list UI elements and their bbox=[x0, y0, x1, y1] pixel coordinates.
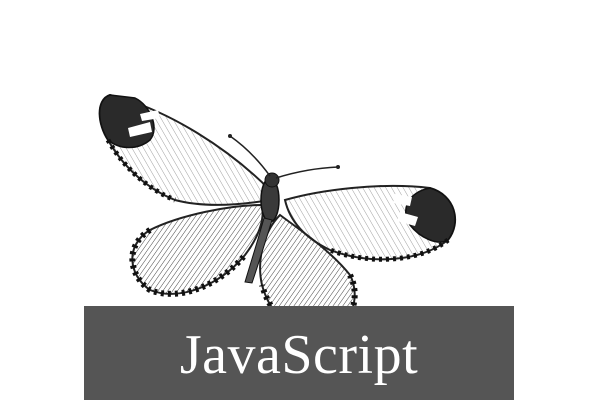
title-band: JavaScript bbox=[84, 306, 514, 400]
cover-title: JavaScript bbox=[179, 324, 419, 386]
book-cover: JavaScript bbox=[0, 0, 600, 400]
